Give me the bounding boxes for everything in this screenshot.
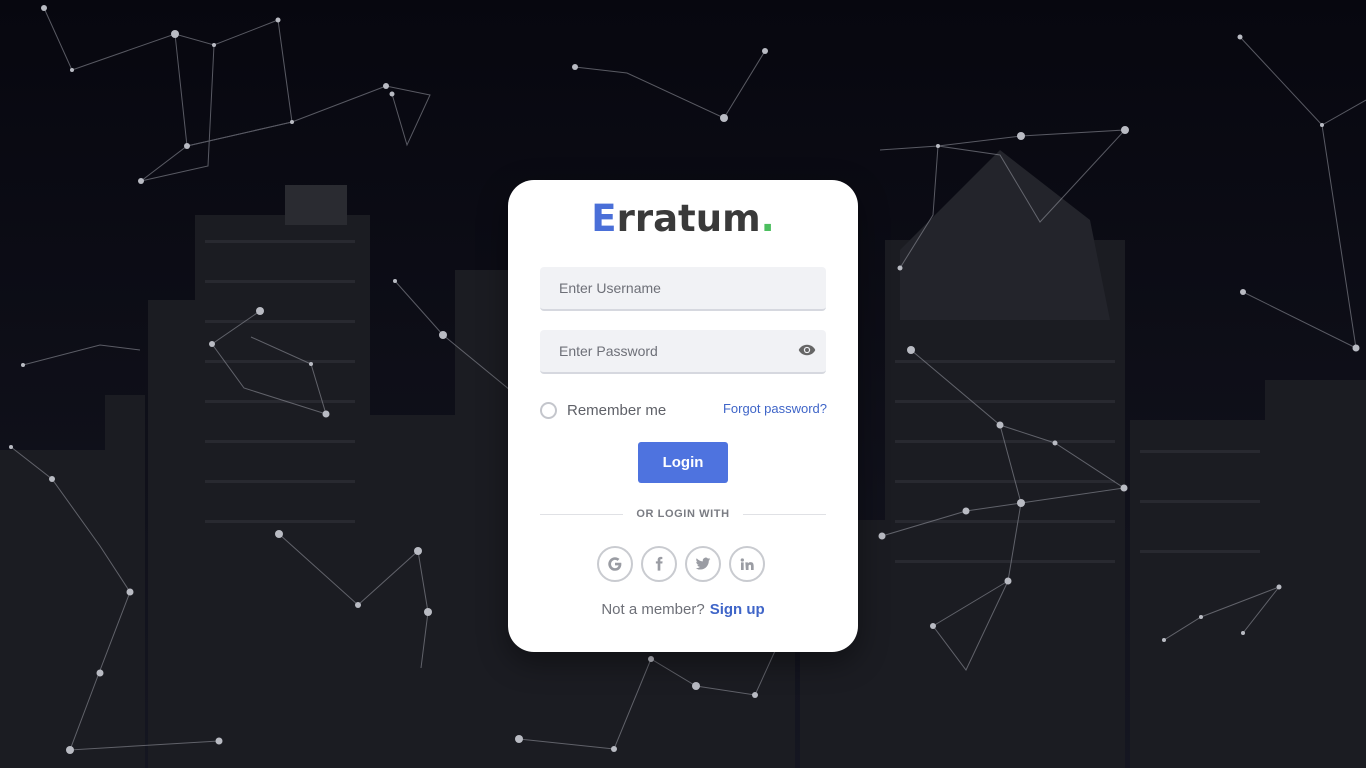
signup-link[interactable]: Sign up [710,601,765,618]
twitter-login-button[interactable] [685,546,721,582]
brand-logo-dot: . [760,197,775,240]
linkedin-login-button[interactable] [729,546,765,582]
or-login-with-divider: OR LOGIN WITH [540,506,826,522]
remember-me-checkbox[interactable]: Remember me [540,399,666,421]
brand-logo-text: rratum [616,197,761,240]
login-button[interactable]: Login [638,442,728,483]
signup-prompt: Not a member? [601,601,705,618]
show-password-eye-icon[interactable] [798,343,816,357]
remember-me-label: Remember me [567,401,667,419]
facebook-icon [655,556,663,571]
brand-logo: Erratum. [508,196,858,242]
social-login-buttons [597,546,765,582]
password-field-wrapper [540,330,826,374]
divider-line-right [743,514,826,515]
username-input[interactable] [540,267,799,309]
signup-row: Not a member? Sign up [508,601,858,618]
facebook-login-button[interactable] [641,546,677,582]
linkedin-icon [740,558,754,570]
twitter-icon [695,557,711,570]
google-icon [608,557,622,571]
forgot-password-link[interactable]: Forgot password? [723,401,827,416]
brand-logo-first-letter: E [591,197,617,240]
login-card: Erratum. Remember me Forgot password? Lo… [508,180,858,652]
remember-me-radio-icon[interactable] [540,401,557,419]
username-field-wrapper [540,267,826,311]
google-login-button[interactable] [597,546,633,582]
password-input[interactable] [540,330,799,372]
